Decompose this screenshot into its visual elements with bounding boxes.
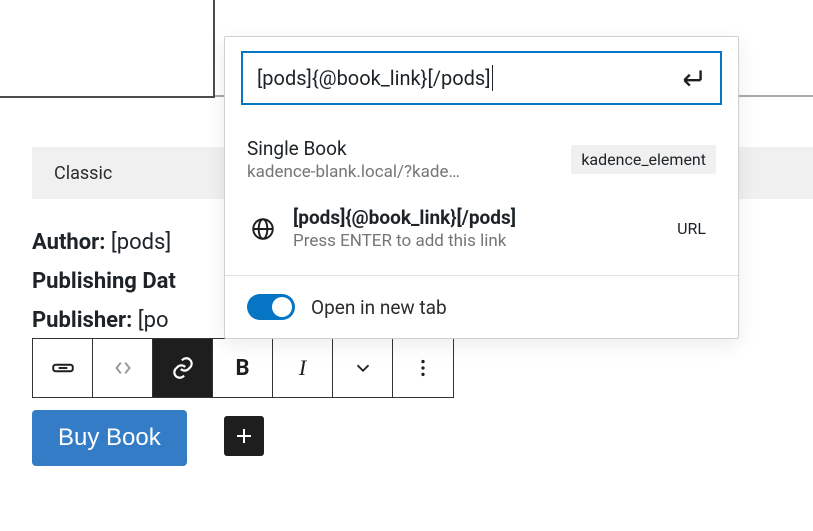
link-popover: [pods]{@book_link}[/pods] Single Book ka… <box>224 36 739 339</box>
pubdate-label: Publishing Dat <box>32 269 176 294</box>
open-new-tab-label: Open in new tab <box>311 296 447 319</box>
classic-label: Classic <box>54 163 112 184</box>
publisher-row: Publisher: [po <box>32 303 176 338</box>
suggestion-url: kadence-blank.local/?kade… <box>247 162 561 182</box>
link-suggestion-item[interactable]: [pods]{@book_link}[/pods] Press ENTER to… <box>247 194 716 263</box>
pubdate-row: Publishing Dat <box>32 264 176 299</box>
empty-block[interactable] <box>0 0 215 98</box>
bold-button[interactable]: B <box>213 339 273 397</box>
button-block-icon[interactable] <box>33 339 93 397</box>
open-new-tab-toggle[interactable] <box>247 294 295 320</box>
suggestion-tag: kadence_element <box>571 145 716 174</box>
author-label: Author: <box>32 230 105 255</box>
move-icon[interactable] <box>93 339 153 397</box>
publisher-value: [po <box>138 308 169 333</box>
content-text[interactable]: Author: [pods] Publishing Dat Publisher:… <box>32 225 176 343</box>
add-block-button[interactable] <box>224 416 264 456</box>
author-row: Author: [pods] <box>32 225 176 260</box>
suggestion-hint: Press ENTER to add this link <box>293 231 657 251</box>
suggestion-title: Single Book <box>247 137 561 160</box>
suggestion-tag: URL <box>667 214 716 243</box>
link-icon[interactable] <box>153 339 213 397</box>
buy-book-button[interactable]: Buy Book <box>32 410 187 466</box>
globe-icon <box>247 216 279 242</box>
link-url-input[interactable]: [pods]{@book_link}[/pods] <box>241 51 722 105</box>
submit-link-icon[interactable] <box>680 65 706 91</box>
toggle-knob <box>272 297 292 317</box>
link-suggestion-item[interactable]: Single Book kadence-blank.local/?kade… k… <box>247 125 716 194</box>
link-url-value: [pods]{@book_link}[/pods] <box>257 66 491 90</box>
chevron-down-icon[interactable] <box>333 339 393 397</box>
italic-button[interactable]: I <box>273 339 333 397</box>
author-value: [pods] <box>111 230 171 255</box>
publisher-label: Publisher: <box>32 308 132 333</box>
block-toolbar: B I <box>32 338 454 398</box>
suggestion-title: [pods]{@book_link}[/pods] <box>293 206 657 229</box>
more-options-icon[interactable] <box>393 339 453 397</box>
text-cursor <box>492 65 494 91</box>
